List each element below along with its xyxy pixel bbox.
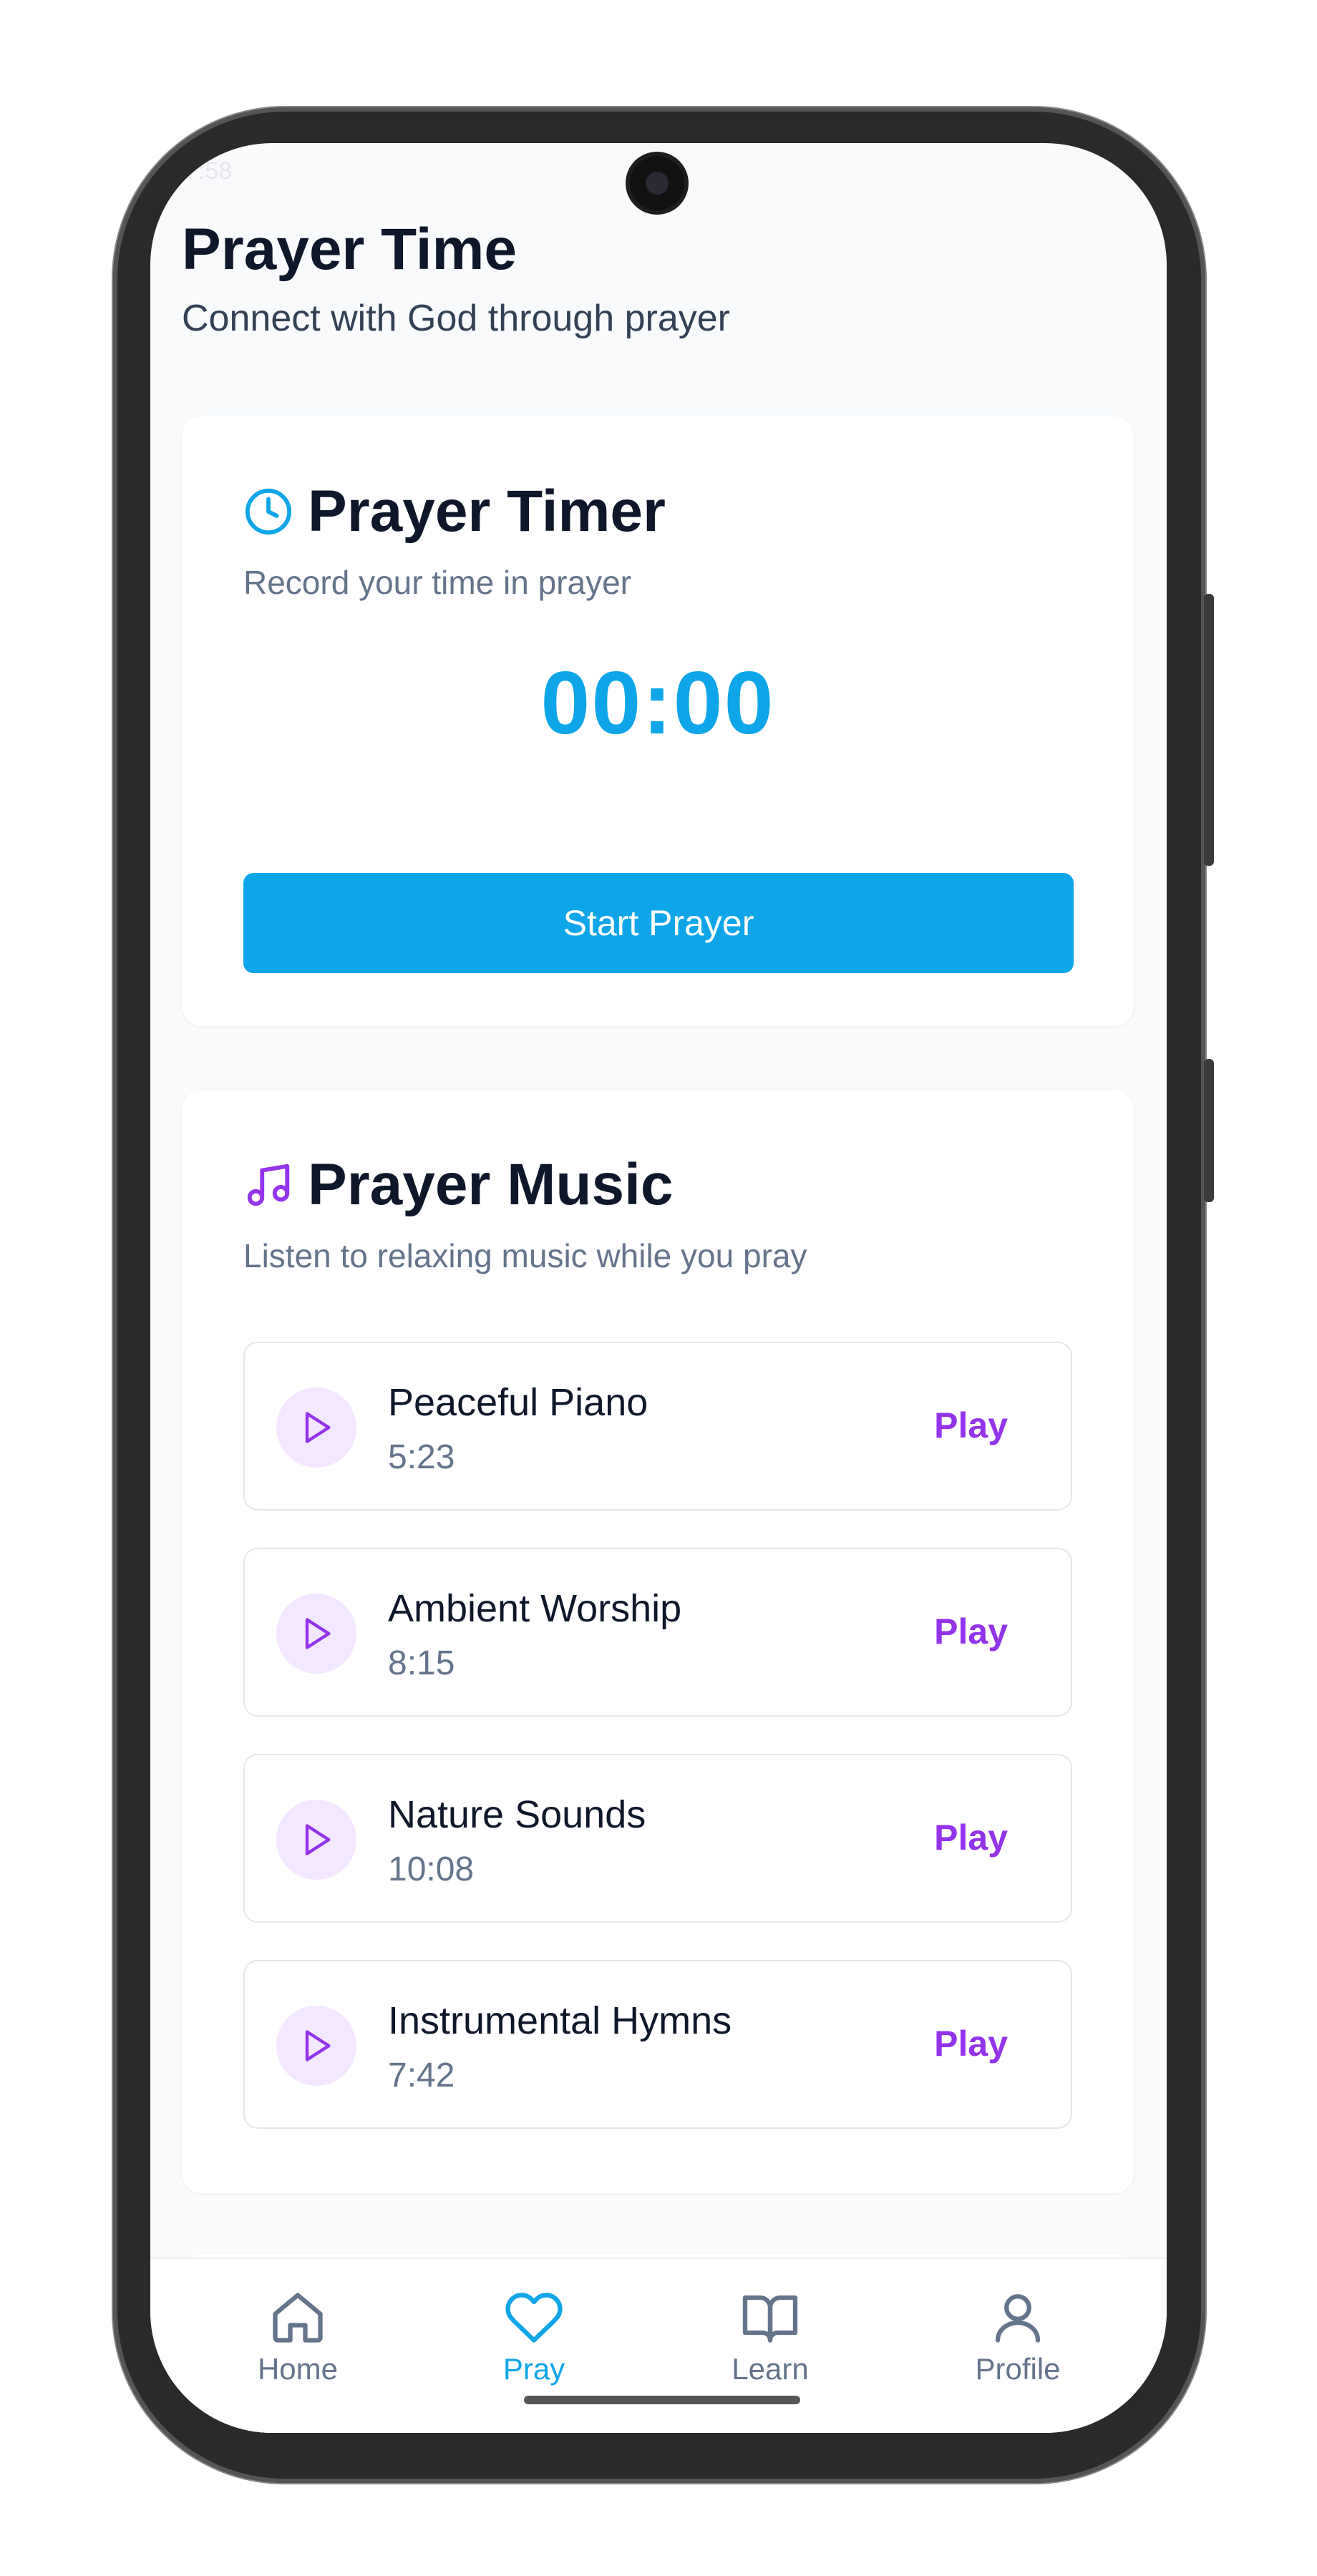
start-prayer-button[interactable]: Start Prayer (243, 873, 1074, 973)
track-play-button[interactable] (276, 1800, 356, 1880)
nav-learn-label: Learn (732, 2352, 809, 2386)
track-play-link[interactable]: Play (934, 1817, 1008, 1858)
nav-home[interactable]: Home (226, 2288, 369, 2386)
play-icon (305, 1412, 331, 1443)
music-card-title: Prayer Music (308, 1152, 674, 1217)
track-duration: 7:42 (388, 2057, 455, 2094)
track-play-button[interactable] (276, 1594, 356, 1674)
book-icon (742, 2295, 798, 2343)
music-card-subtitle: Listen to relaxing music while you pray (243, 1237, 807, 1274)
user-icon (995, 2294, 1041, 2343)
track-name: Instrumental Hymns (388, 1999, 732, 2042)
timer-card-header: Prayer Timer (243, 478, 666, 545)
track-play-link[interactable]: Play (934, 2023, 1008, 2064)
track-name: Nature Sounds (388, 1793, 646, 1836)
clock-icon (245, 488, 292, 535)
track-play-button[interactable] (276, 1387, 356, 1468)
music-note-icon (247, 1163, 290, 1206)
track-duration: 8:15 (388, 1644, 455, 1682)
status-time: 7:58 (185, 157, 233, 185)
nav-pray-label: Pray (502, 2352, 565, 2386)
front-camera (630, 156, 684, 210)
timer-display: 00:00 (540, 654, 775, 753)
nav-home-label: Home (257, 2352, 339, 2386)
prayer-music-card: Prayer Music Listen to relaxing music wh… (182, 1090, 1134, 2193)
track-play-button[interactable] (276, 2006, 356, 2086)
play-icon (305, 1618, 331, 1649)
track-name: Ambient Worship (388, 1587, 682, 1630)
track-play-link[interactable]: Play (934, 1611, 1008, 1652)
play-icon (305, 2030, 331, 2062)
track-item[interactable]: Instrumental Hymns 7:42 Play (243, 1960, 1072, 2129)
volume-button (1204, 594, 1214, 866)
track-duration: 10:08 (388, 1850, 475, 1888)
play-icon (305, 1824, 331, 1855)
bottom-nav: Home Pray Learn Profile (150, 2258, 1167, 2433)
heart-icon (505, 2293, 563, 2343)
prayer-timer-card: Prayer Timer Record your time in prayer … (182, 416, 1134, 1026)
nav-learn[interactable]: Learn (699, 2288, 842, 2386)
track-play-link[interactable]: Play (934, 1405, 1008, 1446)
music-card-header: Prayer Music (243, 1151, 674, 1219)
timer-card-title: Prayer Timer (308, 479, 666, 544)
nav-profile-label: Profile (975, 2352, 1061, 2386)
track-item[interactable]: Nature Sounds 10:08 Play (243, 1754, 1072, 1923)
page-title: Prayer Time (182, 217, 517, 282)
track-name: Peaceful Piano (388, 1381, 648, 1424)
track-item[interactable]: Ambient Worship 8:15 Play (243, 1548, 1072, 1717)
home-indicator[interactable] (524, 2396, 800, 2404)
track-item[interactable]: Peaceful Piano 5:23 Play (243, 1342, 1072, 1511)
track-duration: 5:23 (388, 1438, 455, 1476)
nav-profile[interactable]: Profile (946, 2288, 1089, 2386)
page-subtitle: Connect with God through prayer (182, 298, 730, 339)
home-icon (273, 2293, 323, 2343)
app-screen: 7:58 Prayer Time Connect with God throug… (150, 143, 1167, 2433)
timer-card-subtitle: Record your time in prayer (243, 564, 631, 601)
nav-pray[interactable]: Pray (462, 2288, 606, 2386)
power-button (1204, 1059, 1214, 1202)
